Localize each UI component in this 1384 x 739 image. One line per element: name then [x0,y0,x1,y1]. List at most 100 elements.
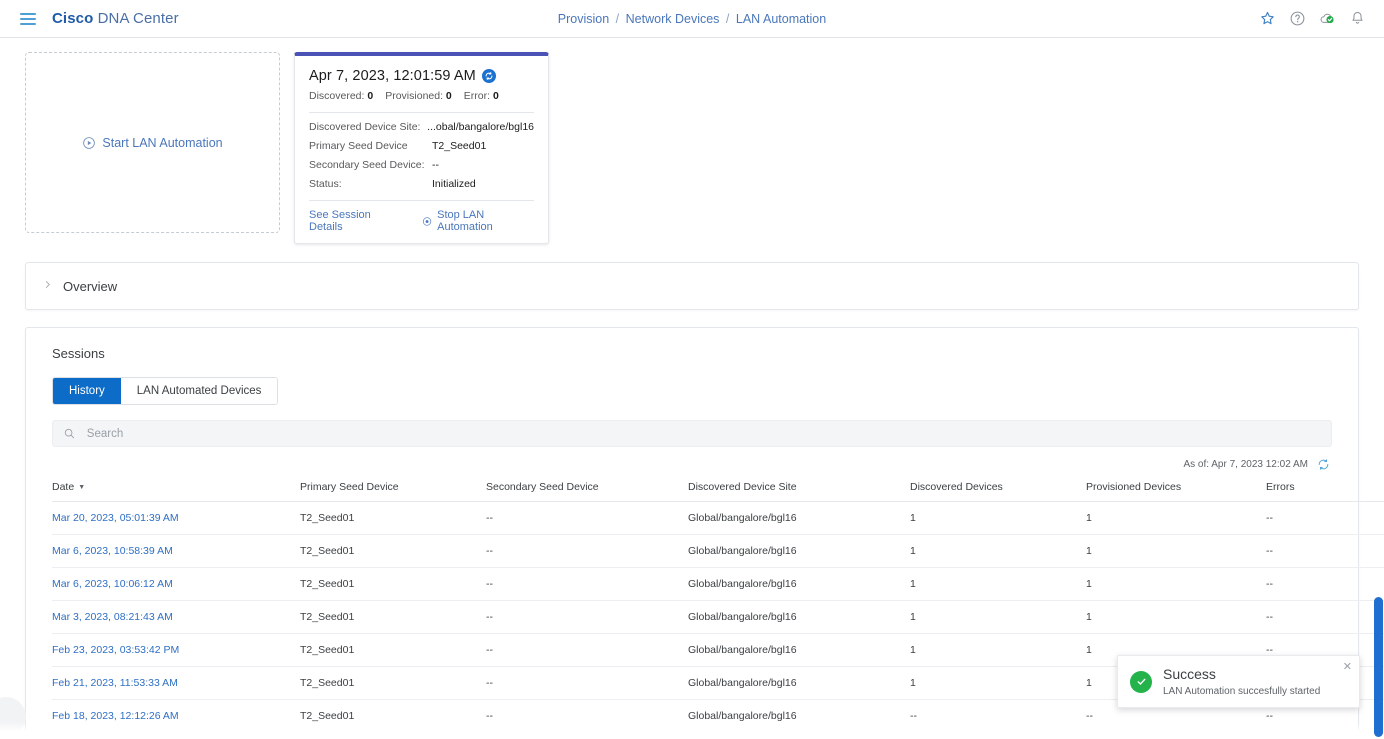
detail-value: ...obal/bangalore/bgl16 [427,121,534,133]
cell-secondary-seed-device: -- [486,699,688,733]
breadcrumb-item-provision[interactable]: Provision [558,12,609,26]
overview-toggle[interactable]: Overview [26,263,1358,309]
play-circle-icon [83,136,96,149]
breadcrumb: Provision / Network Devices / LAN Automa… [558,12,826,26]
column-header-date[interactable]: Date ▼ [52,478,300,502]
search-input[interactable] [84,426,1321,441]
overview-panel: Overview [25,262,1359,310]
detail-label: Discovered Device Site: [309,121,421,133]
cell-discovered-device-site: Global/bangalore/bgl16 [688,534,910,568]
count-discovered-label: Discovered: [309,90,365,102]
see-session-details-label: See Session Details [309,209,371,233]
as-of-timestamp: As of: Apr 7, 2023 12:02 AM [1183,459,1308,470]
cell-date: Mar 20, 2023, 05:01:39 AM [52,501,300,535]
cell-primary-seed-device: T2_Seed01 [300,666,486,700]
sessions-title: Sessions [52,346,105,361]
breadcrumb-item-network-devices[interactable]: Network Devices [626,12,720,26]
session-date-link[interactable]: Feb 21, 2023, 11:53:33 AM [52,677,178,689]
sort-caret-icon: ▼ [78,483,86,491]
cell-discovered-devices: 1 [910,666,1086,700]
cell-discovered-device-site: Global/bangalore/bgl16 [688,666,910,700]
cell-provisioned-devices: 1 [1086,534,1266,568]
app-brand[interactable]: Cisco DNA Center [52,10,179,27]
cell-discovered-device-site: Global/bangalore/bgl16 [688,732,910,739]
column-header-errors[interactable]: Errors [1266,478,1384,502]
session-date-link[interactable]: Mar 6, 2023, 10:58:39 AM [52,545,173,557]
cell-provisioned-devices: 1 [1086,600,1266,634]
session-date-link[interactable]: Mar 3, 2023, 08:21:43 AM [52,611,173,623]
column-header-discovered-device-site[interactable]: Discovered Device Site [688,478,910,502]
detail-value: Initialized [432,178,476,190]
cell-discovered-device-site: Global/bangalore/bgl16 [688,600,910,634]
detail-value: T2_Seed01 [432,140,487,152]
count-provisioned-value: 0 [445,90,452,102]
breadcrumb-item-lan-automation[interactable]: LAN Automation [736,12,826,26]
cell-date: Feb 23, 2023, 03:53:42 PM [52,633,300,667]
vertical-scrollbar-thumb[interactable] [1374,597,1383,737]
search-bar[interactable] [52,420,1332,447]
cards-row: Start LAN Automation Apr 7, 2023, 12:01:… [0,38,1384,244]
cell-provisioned-devices: 1 [1086,501,1266,535]
tab-lan-automated-devices[interactable]: LAN Automated Devices [120,378,278,404]
session-date-link[interactable]: Feb 23, 2023, 03:53:42 PM [52,644,179,656]
table-row: Mar 3, 2023, 08:21:43 AM T2_Seed01 -- Gl… [52,600,1384,634]
session-card-header: Apr 7, 2023, 12:01:59 AM [309,68,534,84]
column-header-secondary-seed-device[interactable]: Secondary Seed Device [486,478,688,502]
cell-primary-seed-device: T2_Seed01 [300,501,486,535]
session-counts: Discovered: 0 Provisioned: 0 Error: 0 [309,90,534,102]
stop-lan-automation-button[interactable]: Stop LAN Automation [422,209,534,233]
cell-discovered-device-site: Global/bangalore/bgl16 [688,699,910,733]
session-date-link[interactable]: Feb 18, 2023, 12:12:26 AM [52,710,179,722]
session-timestamp: Apr 7, 2023, 12:01:59 AM [309,68,476,84]
start-lan-automation-label: Start LAN Automation [102,135,223,150]
cloud-check-icon[interactable] [1319,10,1336,27]
refresh-icon[interactable] [1317,458,1330,471]
cell-discovered-devices: 1 [910,600,1086,634]
cell-provisioned-devices: 1 [1086,567,1266,601]
count-error: Error: 0 [464,90,499,102]
count-provisioned: Provisioned: 0 [385,90,452,102]
detail-secondary-seed-device: Secondary Seed Device: -- [309,159,534,171]
close-icon[interactable]: ✕ [1343,662,1352,673]
column-header-label: Date [52,481,75,493]
table-row: Mar 6, 2023, 10:58:39 AM T2_Seed01 -- Gl… [52,534,1384,568]
sessions-tabs: History LAN Automated Devices [52,377,279,405]
start-lan-automation-card[interactable]: Start LAN Automation [25,52,280,233]
cell-secondary-seed-device: -- [486,567,688,601]
as-of-row: As of: Apr 7, 2023 12:02 AM [40,458,1330,471]
column-header-provisioned-devices[interactable]: Provisioned Devices [1086,478,1266,502]
cell-secondary-seed-device: -- [486,633,688,667]
cell-primary-seed-device: T2_Seed01 [300,633,486,667]
column-header-discovered-devices[interactable]: Discovered Devices [910,478,1086,502]
detail-label: Primary Seed Device [309,140,408,152]
cell-date: Feb 21, 2023, 11:53:33 AM [52,666,300,700]
column-header-primary-seed-device[interactable]: Primary Seed Device [300,478,486,502]
cell-discovered-device-site: Global/bangalore/bgl16 [688,633,910,667]
session-date-link[interactable]: Mar 6, 2023, 10:06:12 AM [52,578,173,590]
cell-discovered-device-site: Global/bangalore/bgl16 [688,501,910,535]
help-icon[interactable] [1289,10,1306,27]
overview-label: Overview [63,278,118,294]
success-toast: Success LAN Automation succesfully start… [1117,655,1360,708]
table-header-row: Date ▼ Primary Seed Device Secondary Seed… [52,478,1384,502]
session-date-link[interactable]: Mar 20, 2023, 05:01:39 AM [52,512,179,524]
brand-dna-center: DNA Center [93,10,179,27]
toast-text: Success LAN Automation succesfully start… [1163,666,1320,696]
detail-label: Status: [309,178,342,190]
stop-circle-icon [422,216,432,226]
tab-history[interactable]: History [53,378,121,404]
star-icon[interactable] [1259,10,1276,27]
session-card-actions: See Session Details Stop LAN Automation [309,209,534,233]
bell-icon[interactable] [1349,10,1366,27]
detail-primary-seed-device: Primary Seed Device T2_Seed01 [309,140,534,152]
hamburger-icon[interactable] [20,12,36,25]
cell-date: Mar 6, 2023, 10:58:39 AM [52,534,300,568]
cell-errors: -- [1266,567,1384,601]
count-discovered: Discovered: 0 [309,90,373,102]
detail-value: -- [432,159,439,171]
sync-circle-icon [481,69,496,83]
divider [309,112,534,113]
start-lan-automation-action[interactable]: Start LAN Automation [82,135,223,150]
see-session-details-link[interactable]: See Session Details [309,209,400,233]
cell-discovered-devices: -- [910,699,1086,733]
